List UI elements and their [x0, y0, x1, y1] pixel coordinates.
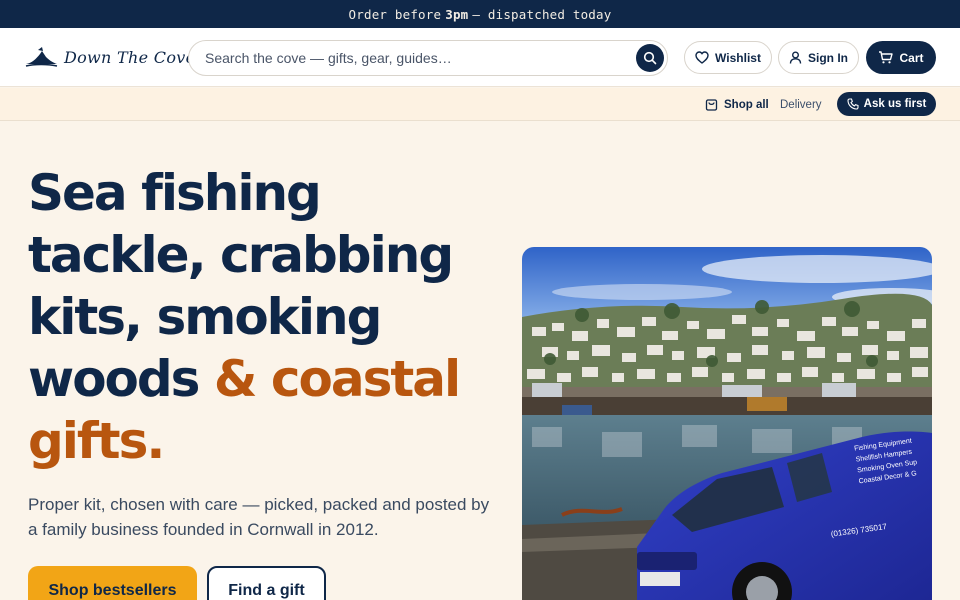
ask-us-first-button[interactable]: Ask us first [837, 92, 936, 116]
ask-us-first-label: Ask us first [863, 98, 927, 110]
announcement-bar: Order before 3pm — dispatched today [0, 0, 960, 28]
search-input[interactable] [205, 41, 625, 75]
wishlist-label: Wishlist [715, 50, 761, 65]
wishlist-button[interactable]: Wishlist [684, 41, 772, 74]
shop-all-link[interactable]: Shop all [705, 88, 769, 121]
user-icon [789, 51, 802, 64]
brand-logo[interactable]: Down The Cove [24, 45, 195, 69]
heart-icon [695, 51, 709, 64]
cart-label: Cart [899, 50, 924, 65]
delivery-label: Delivery [780, 98, 822, 111]
cart-button[interactable]: Cart [866, 41, 936, 74]
search-bar[interactable] [188, 40, 668, 76]
harbour-van-photo: Fishing Equipment Shellfish Hampers Smok… [522, 247, 932, 600]
sub-nav: Shop all Delivery Ask us first [0, 88, 960, 121]
delivery-link[interactable]: Delivery [780, 88, 822, 121]
sign-in-button[interactable]: Sign In [778, 41, 859, 74]
announcement-post: — dispatched today [472, 6, 612, 22]
hero-subtitle: Proper kit, chosen with care — picked, p… [28, 495, 490, 539]
shop-bestsellers-button[interactable]: Shop bestsellers [28, 566, 197, 600]
announcement-time: 3pm [445, 6, 469, 22]
cart-icon [879, 51, 894, 64]
boat-logo-icon [25, 47, 58, 67]
site-header: Down The Cove Wishlist Sign In Cart [0, 28, 960, 87]
sign-in-label: Sign In [808, 50, 848, 65]
hero-image: Fishing Equipment Shellfish Hampers Smok… [522, 247, 932, 600]
shop-all-label: Shop all [724, 98, 769, 111]
phone-icon [847, 98, 859, 110]
search-button[interactable] [636, 44, 664, 72]
brand-name: Down The Cove [64, 47, 196, 67]
find-a-gift-button[interactable]: Find a gift [207, 566, 326, 600]
shopping-bag-icon [705, 99, 718, 111]
announcement-pre: Order before [348, 6, 442, 22]
hero-title: Sea fishing tackle, crabbing kits, smoki… [28, 162, 508, 472]
search-icon [643, 51, 657, 65]
